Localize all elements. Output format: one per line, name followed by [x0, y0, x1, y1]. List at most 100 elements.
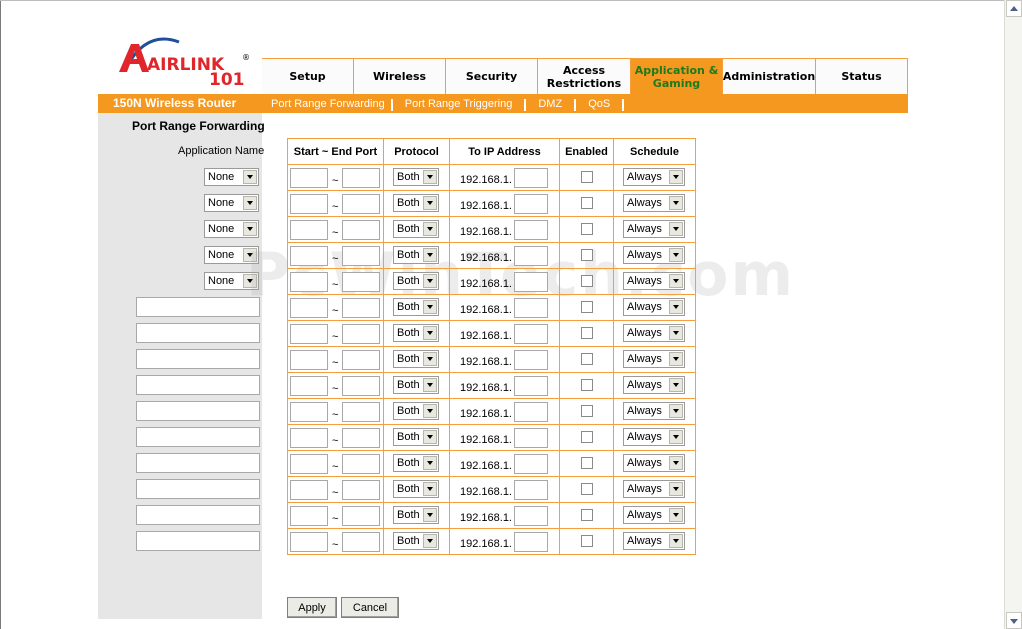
start-port-input[interactable] [290, 324, 328, 344]
schedule-select[interactable]: Always [623, 220, 685, 238]
schedule-select[interactable]: Always [623, 454, 685, 472]
apply-button[interactable]: Apply [287, 597, 337, 618]
start-port-input[interactable] [290, 350, 328, 370]
protocol-select[interactable]: Both [393, 376, 439, 394]
end-port-input[interactable] [342, 350, 380, 370]
application-name-input[interactable] [136, 427, 260, 447]
tab-administration[interactable]: Administration [723, 59, 816, 94]
end-port-input[interactable] [342, 194, 380, 214]
application-name-input[interactable] [136, 505, 260, 525]
subnav-dmz[interactable]: DMZ [526, 98, 574, 111]
ip-last-octet-input[interactable] [514, 272, 548, 292]
tab-status[interactable]: Status [816, 59, 908, 94]
enabled-checkbox[interactable] [581, 509, 593, 521]
enabled-checkbox[interactable] [581, 223, 593, 235]
protocol-select[interactable]: Both [393, 246, 439, 264]
enabled-checkbox[interactable] [581, 431, 593, 443]
application-name-input[interactable] [136, 375, 260, 395]
enabled-checkbox[interactable] [581, 171, 593, 183]
end-port-input[interactable] [342, 506, 380, 526]
schedule-select[interactable]: Always [623, 350, 685, 368]
enabled-checkbox[interactable] [581, 405, 593, 417]
end-port-input[interactable] [342, 480, 380, 500]
end-port-input[interactable] [342, 168, 380, 188]
application-name-input[interactable] [136, 531, 260, 551]
schedule-select[interactable]: Always [623, 532, 685, 550]
enabled-checkbox[interactable] [581, 301, 593, 313]
ip-last-octet-input[interactable] [514, 298, 548, 318]
tab-setup[interactable]: Setup [262, 59, 354, 94]
application-name-input[interactable] [136, 297, 260, 317]
scroll-down-icon[interactable] [1006, 612, 1022, 629]
enabled-checkbox[interactable] [581, 379, 593, 391]
enabled-checkbox[interactable] [581, 535, 593, 547]
schedule-select[interactable]: Always [623, 168, 685, 186]
protocol-select[interactable]: Both [393, 272, 439, 290]
enabled-checkbox[interactable] [581, 353, 593, 365]
start-port-input[interactable] [290, 298, 328, 318]
enabled-checkbox[interactable] [581, 457, 593, 469]
end-port-input[interactable] [342, 532, 380, 552]
start-port-input[interactable] [290, 454, 328, 474]
protocol-select[interactable]: Both [393, 350, 439, 368]
end-port-input[interactable] [342, 298, 380, 318]
schedule-select[interactable]: Always [623, 480, 685, 498]
subnav-qos[interactable]: QoS [576, 98, 622, 111]
application-name-input[interactable] [136, 401, 260, 421]
tab-wireless[interactable]: Wireless [354, 59, 446, 94]
enabled-checkbox[interactable] [581, 249, 593, 261]
tab-access-restrictions[interactable]: Access Restrictions [538, 59, 631, 94]
protocol-select[interactable]: Both [393, 480, 439, 498]
protocol-select[interactable]: Both [393, 194, 439, 212]
schedule-select[interactable]: Always [623, 246, 685, 264]
ip-last-octet-input[interactable] [514, 402, 548, 422]
protocol-select[interactable]: Both [393, 454, 439, 472]
protocol-select[interactable]: Both [393, 220, 439, 238]
protocol-select[interactable]: Both [393, 506, 439, 524]
application-name-input[interactable] [136, 453, 260, 473]
end-port-input[interactable] [342, 428, 380, 448]
application-select[interactable]: None [204, 194, 259, 212]
end-port-input[interactable] [342, 220, 380, 240]
protocol-select[interactable]: Both [393, 532, 439, 550]
schedule-select[interactable]: Always [623, 194, 685, 212]
ip-last-octet-input[interactable] [514, 324, 548, 344]
ip-last-octet-input[interactable] [514, 506, 548, 526]
ip-last-octet-input[interactable] [514, 194, 548, 214]
protocol-select[interactable]: Both [393, 298, 439, 316]
end-port-input[interactable] [342, 376, 380, 396]
schedule-select[interactable]: Always [623, 428, 685, 446]
schedule-select[interactable]: Always [623, 298, 685, 316]
end-port-input[interactable] [342, 246, 380, 266]
schedule-select[interactable]: Always [623, 376, 685, 394]
schedule-select[interactable]: Always [623, 272, 685, 290]
enabled-checkbox[interactable] [581, 275, 593, 287]
protocol-select[interactable]: Both [393, 324, 439, 342]
application-name-input[interactable] [136, 323, 260, 343]
enabled-checkbox[interactable] [581, 483, 593, 495]
start-port-input[interactable] [290, 480, 328, 500]
enabled-checkbox[interactable] [581, 197, 593, 209]
subnav-port-range-triggering[interactable]: Port Range Triggering [393, 98, 525, 111]
tab-application-gaming[interactable]: Application & Gaming [631, 59, 723, 94]
schedule-select[interactable]: Always [623, 402, 685, 420]
scroll-up-icon[interactable] [1006, 0, 1022, 17]
ip-last-octet-input[interactable] [514, 246, 548, 266]
protocol-select[interactable]: Both [393, 402, 439, 420]
start-port-input[interactable] [290, 246, 328, 266]
application-name-input[interactable] [136, 349, 260, 369]
ip-last-octet-input[interactable] [514, 168, 548, 188]
protocol-select[interactable]: Both [393, 168, 439, 186]
tab-security[interactable]: Security [446, 59, 538, 94]
application-select[interactable]: None [204, 168, 259, 186]
start-port-input[interactable] [290, 532, 328, 552]
schedule-select[interactable]: Always [623, 324, 685, 342]
start-port-input[interactable] [290, 376, 328, 396]
application-select[interactable]: None [204, 220, 259, 238]
start-port-input[interactable] [290, 194, 328, 214]
ip-last-octet-input[interactable] [514, 454, 548, 474]
start-port-input[interactable] [290, 168, 328, 188]
end-port-input[interactable] [342, 272, 380, 292]
start-port-input[interactable] [290, 428, 328, 448]
subnav-port-range-forwarding[interactable]: Port Range Forwarding [265, 98, 391, 111]
